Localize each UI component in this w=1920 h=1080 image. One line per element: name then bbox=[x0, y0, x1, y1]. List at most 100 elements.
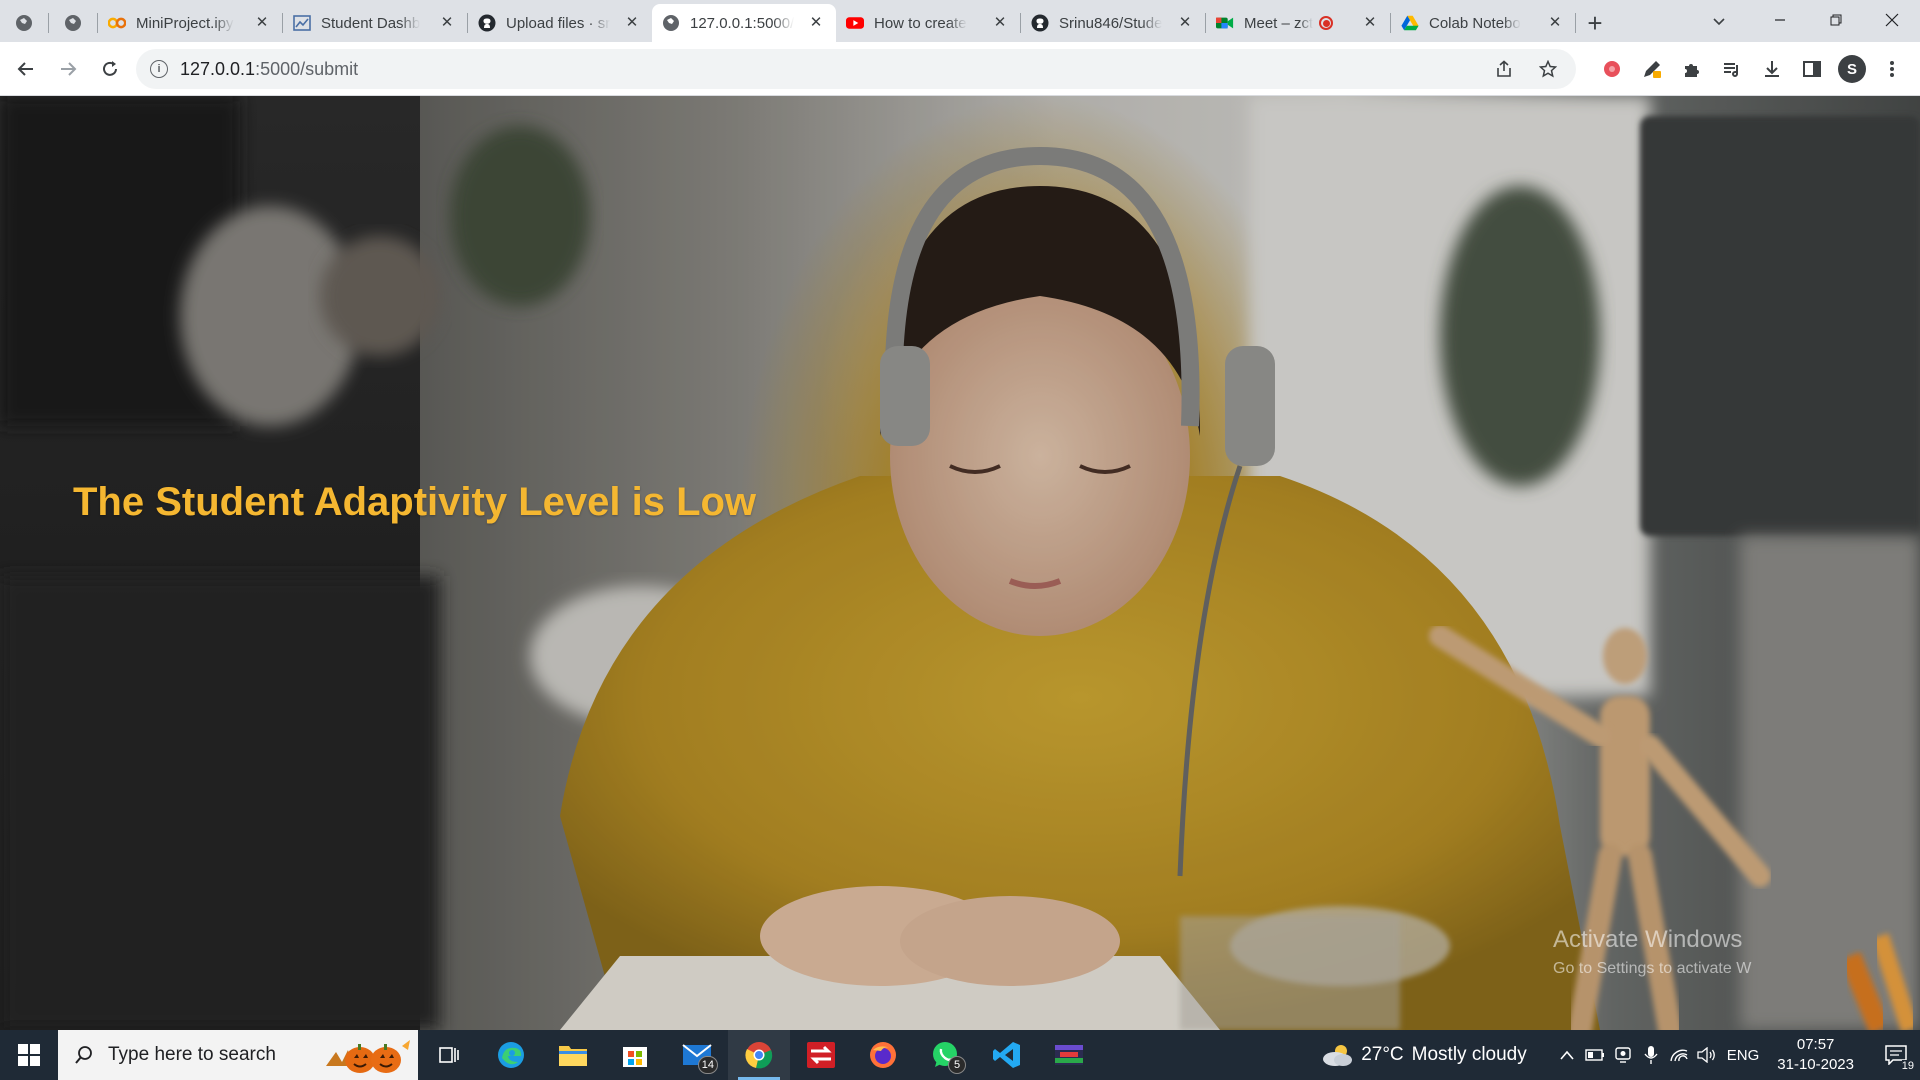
restore-button[interactable] bbox=[1808, 0, 1864, 40]
tab-localhost-active[interactable]: 127.0.0.1:5000/ ✕ bbox=[652, 4, 836, 42]
globe-icon bbox=[662, 14, 680, 32]
menu-button[interactable] bbox=[1872, 49, 1912, 89]
result-heading: The Student Adaptivity Level is Low bbox=[73, 480, 757, 524]
taskbar-app-red[interactable] bbox=[790, 1030, 852, 1080]
omnibox-actions bbox=[1492, 57, 1560, 81]
new-tab-button[interactable]: + bbox=[1576, 4, 1614, 42]
recording-icon bbox=[1319, 16, 1334, 30]
folder-icon bbox=[559, 1046, 587, 1066]
kebab-menu-icon bbox=[1890, 61, 1894, 77]
extension-red-button[interactable] bbox=[1592, 49, 1632, 89]
profile-button[interactable]: S bbox=[1832, 49, 1872, 89]
watermark-title: Activate Windows bbox=[1553, 926, 1743, 953]
show-hidden-icons-button[interactable] bbox=[1553, 1030, 1581, 1080]
start-button[interactable] bbox=[0, 1030, 58, 1080]
extension-pen-button[interactable] bbox=[1632, 49, 1672, 89]
speaker-icon bbox=[1697, 1047, 1715, 1063]
tab-title: Colab Notebo bbox=[1429, 14, 1521, 32]
microphone-button[interactable] bbox=[1637, 1030, 1665, 1080]
bookmark-button[interactable] bbox=[1536, 57, 1560, 81]
reading-list-button[interactable] bbox=[1712, 49, 1752, 89]
weather-widget[interactable]: 27°C Mostly cloudy bbox=[1321, 1043, 1527, 1067]
clock[interactable]: 07:57 31-10-2023 bbox=[1777, 1035, 1854, 1075]
tab-upload-files[interactable]: Upload files · sr ✕ bbox=[468, 4, 652, 42]
network-button[interactable] bbox=[1665, 1030, 1693, 1080]
taskbar-file-explorer[interactable] bbox=[542, 1030, 604, 1080]
close-icon[interactable]: ✕ bbox=[1547, 15, 1563, 31]
tab-youtube[interactable]: How to create ✕ bbox=[836, 4, 1020, 42]
site-info-icon[interactable]: i bbox=[150, 60, 168, 78]
taskbar-app-flag[interactable] bbox=[1038, 1030, 1100, 1080]
taskbar-whatsapp[interactable]: 5 bbox=[914, 1030, 976, 1080]
tab-strip: MiniProject.ipy ✕ Student Dashb ✕ Upload… bbox=[0, 0, 1920, 42]
address-bar[interactable]: i 127.0.0.1:5000/submit bbox=[136, 49, 1576, 89]
close-icon bbox=[1885, 13, 1899, 27]
reload-button[interactable] bbox=[90, 49, 130, 89]
tab-title: Student Dashb bbox=[321, 14, 421, 32]
taskbar-mail[interactable]: 14 bbox=[666, 1030, 728, 1080]
drive-icon bbox=[1401, 14, 1419, 32]
close-icon[interactable]: ✕ bbox=[254, 15, 270, 31]
close-icon[interactable]: ✕ bbox=[1177, 15, 1193, 31]
notification-count: 19 bbox=[1901, 1060, 1914, 1072]
background-photo bbox=[0, 96, 1920, 1030]
tab-colab-notebook[interactable]: Colab Notebo ✕ bbox=[1391, 4, 1575, 42]
tab-title: Meet – zct bbox=[1244, 14, 1314, 32]
close-icon[interactable]: ✕ bbox=[992, 15, 1008, 31]
battery-icon bbox=[1585, 1049, 1604, 1061]
colab-icon bbox=[108, 14, 126, 32]
close-icon[interactable]: ✕ bbox=[1362, 15, 1378, 31]
clock-time: 07:57 bbox=[1796, 1036, 1835, 1053]
tab-search-button[interactable] bbox=[1706, 8, 1732, 34]
tab-title: 127.0.0.1:5000/ bbox=[690, 14, 795, 32]
minimize-button[interactable] bbox=[1752, 0, 1808, 40]
weather-temp: 27°C bbox=[1361, 1044, 1404, 1065]
browser-toolbar: i 127.0.0.1:5000/submit S bbox=[0, 42, 1920, 96]
webcam-icon bbox=[1615, 1047, 1631, 1063]
taskbar-edge[interactable] bbox=[480, 1030, 542, 1080]
search-placeholder: Type here to search bbox=[108, 1044, 276, 1065]
tab-miniproject[interactable]: MiniProject.ipy ✕ bbox=[98, 4, 282, 42]
side-panel-button[interactable] bbox=[1792, 49, 1832, 89]
close-window-button[interactable] bbox=[1864, 0, 1920, 40]
downloads-button[interactable] bbox=[1752, 49, 1792, 89]
playlist-icon bbox=[1724, 63, 1738, 77]
cloudy-weather-icon bbox=[1323, 1045, 1353, 1066]
meet-now-button[interactable] bbox=[1609, 1030, 1637, 1080]
clock-date: 31-10-2023 bbox=[1777, 1056, 1854, 1073]
taskbar-vscode[interactable] bbox=[976, 1030, 1038, 1080]
restore-icon bbox=[1830, 14, 1842, 26]
input-language[interactable]: ENG bbox=[1727, 1047, 1760, 1064]
tab-title: MiniProject.ipy bbox=[136, 14, 234, 32]
close-icon[interactable]: ✕ bbox=[808, 15, 824, 31]
window-controls bbox=[1752, 0, 1920, 40]
taskbar-search-input[interactable]: Type here to search bbox=[58, 1030, 418, 1080]
wifi-icon bbox=[1670, 1049, 1688, 1062]
tab-student-dashboard[interactable]: Student Dashb ✕ bbox=[283, 4, 467, 42]
notification-center-button[interactable]: 19 bbox=[1872, 1030, 1920, 1080]
tab-meet[interactable]: Meet – zct ✕ bbox=[1206, 4, 1390, 42]
arrow-right-icon bbox=[61, 61, 77, 76]
extensions-button[interactable] bbox=[1672, 49, 1712, 89]
battery-button[interactable] bbox=[1581, 1030, 1609, 1080]
puzzle-icon bbox=[1685, 64, 1699, 77]
arrow-left-icon bbox=[17, 61, 33, 76]
chevron-up-icon bbox=[1560, 1050, 1574, 1060]
share-button[interactable] bbox=[1492, 57, 1516, 81]
avatar: S bbox=[1838, 55, 1866, 83]
url-host: 127.0.0.1 bbox=[180, 58, 256, 79]
taskbar-chrome[interactable] bbox=[728, 1030, 790, 1080]
volume-button[interactable] bbox=[1693, 1030, 1721, 1080]
page-viewport: The Student Adaptivity Level is Low Acti… bbox=[0, 96, 1920, 1030]
close-icon[interactable]: ✕ bbox=[624, 15, 640, 31]
tab-pinned-2[interactable] bbox=[49, 4, 97, 42]
back-button[interactable] bbox=[6, 49, 46, 89]
tab-pinned-1[interactable] bbox=[0, 4, 48, 42]
taskbar-firefox[interactable] bbox=[852, 1030, 914, 1080]
taskbar-microsoft-store[interactable] bbox=[604, 1030, 666, 1080]
tab-github-repo[interactable]: Srinu846/Stude ✕ bbox=[1021, 4, 1205, 42]
forward-button[interactable] bbox=[48, 49, 88, 89]
task-view-button[interactable] bbox=[418, 1030, 480, 1080]
watermark-subtitle: Go to Settings to activate W bbox=[1553, 960, 1752, 977]
close-icon[interactable]: ✕ bbox=[439, 15, 455, 31]
